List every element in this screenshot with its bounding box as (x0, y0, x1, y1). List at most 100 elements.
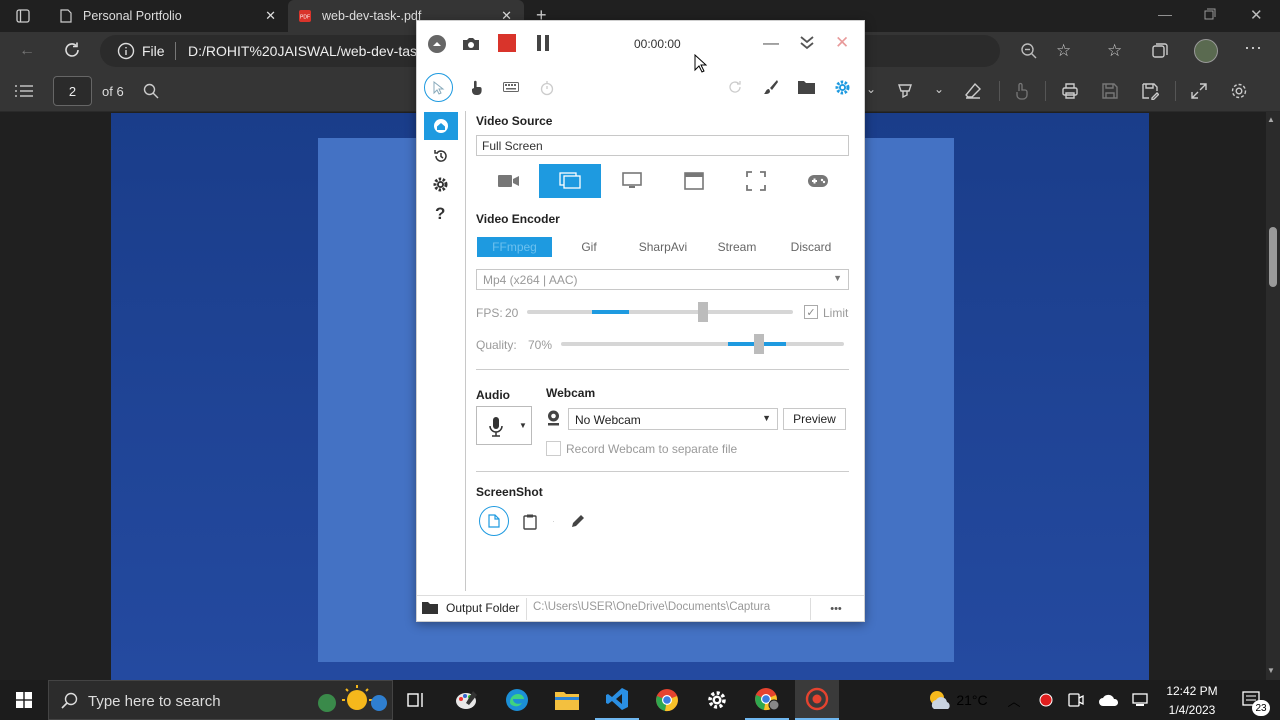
region-icon[interactable] (725, 165, 787, 197)
encoder-tab-sharpavi[interactable]: SharpAvi (629, 237, 697, 257)
help-icon[interactable]: ? (435, 204, 445, 224)
weather-icon[interactable] (922, 680, 956, 720)
double-chevron-down-icon[interactable] (799, 34, 815, 50)
start-button[interactable] (0, 680, 48, 720)
refresh-icon[interactable] (728, 80, 742, 94)
screenshot-file-icon[interactable] (479, 506, 509, 536)
nav-home[interactable] (424, 112, 458, 140)
refresh-icon[interactable] (63, 41, 81, 59)
captura-app-icon[interactable] (795, 680, 839, 720)
clicks-icon[interactable] (469, 80, 483, 96)
quality-slider-thumb[interactable] (754, 334, 764, 354)
fps-slider-thumb[interactable] (698, 302, 708, 322)
collections-icon[interactable] (1151, 42, 1169, 60)
add-favorite-icon[interactable]: ☆ (1056, 41, 1071, 61)
encoder-tab-ffmpeg[interactable]: FFmpeg (477, 237, 552, 257)
tab-personal-portfolio[interactable]: Personal Portfolio ✕ (48, 0, 288, 32)
favorites-icon[interactable]: ☆ (1107, 41, 1122, 61)
scrollbar-thumb[interactable] (1269, 227, 1277, 287)
stopwatch-icon[interactable] (540, 80, 554, 96)
scroll-up-icon[interactable]: ▲ (1267, 115, 1275, 124)
minimize-icon[interactable]: — (1158, 6, 1172, 22)
separate-file-checkbox[interactable] (546, 441, 561, 456)
scrollbar[interactable]: ▲ ▼ (1266, 112, 1280, 680)
webcam-icon[interactable] (479, 165, 539, 197)
file-explorer-icon[interactable] (545, 680, 589, 720)
window-close-icon[interactable]: ✕ (1250, 6, 1263, 24)
more-menu-icon[interactable]: ⋯ (1244, 38, 1262, 59)
folder-icon[interactable] (798, 80, 815, 94)
fullscreen-icon[interactable] (1190, 82, 1208, 100)
chrome-app-icon[interactable] (645, 680, 689, 720)
codec-select[interactable]: Mp4 (x264 | AAC) ▼ (476, 269, 849, 290)
close-icon[interactable]: ✕ (835, 33, 849, 53)
paint-app-icon[interactable] (445, 680, 489, 720)
minimize-icon[interactable]: — (763, 35, 779, 53)
vscode-app-icon[interactable] (595, 680, 639, 720)
limit-checkbox[interactable]: ✓ (804, 305, 818, 319)
eraser-icon[interactable] (964, 82, 982, 100)
onedrive-icon[interactable] (1096, 680, 1122, 720)
back-icon[interactable]: ← (19, 42, 35, 60)
meet-now-icon[interactable] (1064, 680, 1088, 720)
clipboard-icon[interactable] (523, 514, 537, 530)
settings-icon[interactable] (834, 79, 851, 96)
edge-app-icon[interactable] (495, 680, 539, 720)
task-view-icon[interactable] (395, 680, 437, 720)
network-icon[interactable] (1128, 680, 1154, 720)
output-folder-path[interactable]: C:\Users\USER\OneDrive\Documents\Captura (533, 601, 770, 613)
search-icon[interactable] (143, 83, 159, 99)
avatar[interactable] (1194, 39, 1218, 63)
scroll-down-icon[interactable]: ▼ (1267, 666, 1275, 675)
nav-settings-icon[interactable] (432, 176, 449, 193)
audio-source-button[interactable]: ▼ (476, 406, 532, 445)
tab-actions-icon[interactable] (16, 9, 30, 23)
settings-app-icon[interactable] (695, 680, 739, 720)
taskbar-search[interactable]: Type here to search (48, 680, 393, 720)
collapse-icon[interactable] (427, 34, 447, 54)
table-of-contents-icon[interactable] (15, 84, 33, 98)
chevron-up-icon[interactable]: ︿ (1002, 680, 1026, 720)
save-as-icon[interactable] (1141, 82, 1159, 100)
zoom-icon[interactable] (1020, 42, 1038, 60)
weather-temperature[interactable]: 21°C (955, 680, 989, 720)
encoder-tab-gif[interactable]: Gif (555, 237, 623, 257)
gamepad-icon[interactable] (787, 165, 849, 197)
camera-icon[interactable] (462, 36, 480, 52)
video-source-field[interactable]: Full Screen (476, 135, 849, 156)
print-icon[interactable] (1061, 82, 1079, 100)
fps-label: FPS: (476, 306, 503, 320)
brush-icon[interactable] (763, 79, 779, 95)
preview-button[interactable]: Preview (783, 408, 846, 430)
browse-folder-button[interactable]: ••• (811, 598, 861, 620)
highlight-icon[interactable] (896, 82, 914, 100)
recording-tray-icon[interactable] (1034, 680, 1058, 720)
info-icon[interactable] (117, 42, 135, 60)
monitor-icon[interactable] (601, 165, 663, 197)
cursor-icon[interactable] (424, 73, 453, 102)
keyboard-icon[interactable] (503, 82, 519, 92)
encoder-tab-discard[interactable]: Discard (777, 237, 845, 257)
history-icon[interactable] (433, 148, 449, 164)
edit-pen-icon[interactable] (570, 514, 585, 529)
window-icon[interactable] (663, 165, 725, 197)
output-folder-icon[interactable] (422, 601, 438, 614)
restore-icon[interactable] (1204, 8, 1216, 20)
page-number-input[interactable]: 2 (53, 76, 92, 106)
encoder-tab-stream[interactable]: Stream (703, 237, 771, 257)
record-stop-button[interactable] (498, 34, 516, 52)
settings-icon[interactable] (1230, 82, 1248, 100)
screen-icon[interactable] (539, 164, 601, 198)
chevron-down-icon[interactable]: ⌄ (866, 82, 876, 96)
chevron-down-icon[interactable]: ⌄ (934, 82, 944, 96)
clock-date[interactable]: 1/4/2023 (1160, 703, 1224, 717)
close-icon[interactable]: ✕ (265, 8, 276, 24)
url-text[interactable]: D:/ROHIT%20JAISWAL/web-dev-task (188, 43, 424, 59)
webcam-select[interactable]: No Webcam ▼ (568, 408, 778, 430)
quality-slider[interactable] (561, 333, 844, 355)
pause-icon[interactable] (536, 35, 550, 51)
clock-time[interactable]: 12:42 PM (1160, 684, 1224, 698)
notifications-icon[interactable]: 23 (1232, 680, 1272, 720)
chrome-profile-app-icon[interactable] (745, 680, 789, 720)
fps-slider[interactable] (527, 301, 793, 323)
